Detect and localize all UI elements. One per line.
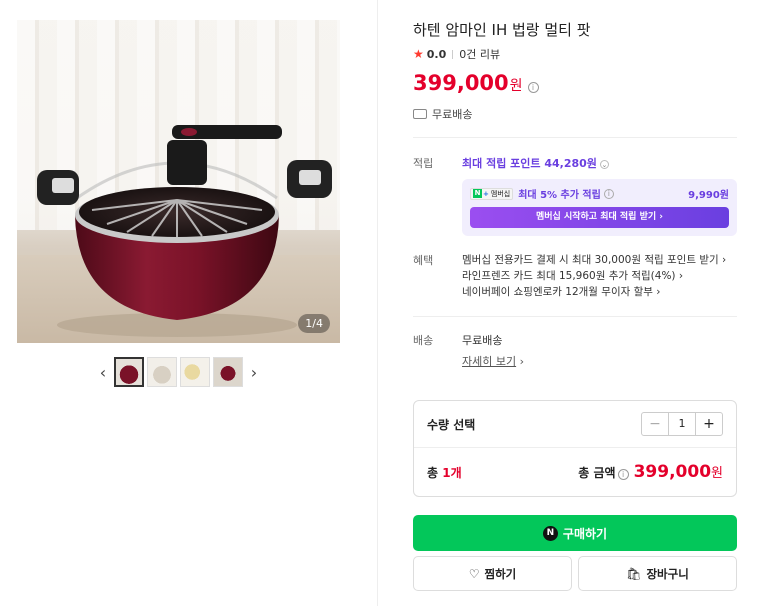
benefits-section: 혜택 멤버십 전용카드 결제 시 최대 30,000원 적립 포인트 받기 › … xyxy=(413,252,737,300)
quantity-minus-button[interactable]: − xyxy=(642,413,669,435)
total-price-unit: 원 xyxy=(711,466,723,481)
membership-box: N + 멤버십 최대 5% 추가 적립 i 9,990원 멤버십 시작하고 최대 적… xyxy=(462,179,737,236)
rating-divider xyxy=(452,49,454,59)
pot-illustration xyxy=(37,125,332,337)
wishlist-label: 찜하기 xyxy=(484,566,517,581)
total-amount: 총 금액 i 399,000 원 xyxy=(578,462,723,482)
benefit-item-1[interactable]: 멤버십 전용카드 결제 시 최대 30,000원 적립 포인트 받기 › xyxy=(462,252,737,268)
total-count-prefix: 총 xyxy=(427,465,443,480)
points-label: 적립 xyxy=(413,157,434,170)
divider xyxy=(413,137,737,138)
delivery-section: 배송 무료배송 자세히 보기 › xyxy=(413,332,737,369)
thumbnail-1[interactable] xyxy=(114,357,144,387)
npay-plus-badge: N + 멤버십 xyxy=(470,187,514,200)
quantity-label: 수량 선택 xyxy=(427,417,476,432)
wishlist-button[interactable]: ♡ 찜하기 xyxy=(413,556,572,591)
cart-button[interactable]: 🛍 장바구니 xyxy=(578,556,737,591)
quantity-box: 수량 선택 − 1 + 총 1개 총 금액 i 399,000 원 xyxy=(413,400,737,497)
counter-total: 4 xyxy=(316,317,323,330)
price-row: 399,000 원 i xyxy=(413,71,737,95)
points-headline-text: 최대 적립 포인트 44,280원 xyxy=(462,157,597,170)
member-extra-value: 9,990원 xyxy=(688,190,729,201)
total-count-value: 1개 xyxy=(442,465,462,480)
price-value: 399,000 xyxy=(413,71,509,95)
buy-button-label: 구매하기 xyxy=(562,526,608,541)
shopping-bag-icon: 🛍 xyxy=(626,566,642,581)
benefit-item-2[interactable]: 라인프렌즈 카드 최대 15,960원 추가 적립(4%) › xyxy=(462,268,737,284)
divider xyxy=(413,316,737,317)
member-extra-text: 최대 5% 추가 적립 xyxy=(518,190,601,201)
thumbnail-2[interactable] xyxy=(147,357,177,387)
price-unit: 원 xyxy=(509,78,523,94)
thumbnail-3[interactable] xyxy=(180,357,210,387)
shipping-row: 무료배송 xyxy=(413,106,737,122)
heart-icon: ♡ xyxy=(468,566,480,581)
delivery-detail-link[interactable]: 자세히 보기 xyxy=(462,355,516,368)
naver-pay-icon: N xyxy=(542,525,558,541)
review-count-link[interactable]: 0건 리뷰 xyxy=(459,46,500,62)
chevron-down-icon: ⌄ xyxy=(599,159,609,169)
delivery-label: 배송 xyxy=(413,334,434,347)
rating-score: 0.0 xyxy=(426,47,447,61)
member-info-icon[interactable]: i xyxy=(603,188,614,199)
buy-button[interactable]: N 구매하기 xyxy=(413,515,737,551)
product-info: 하텐 암마인 IH 법랑 멀티 팟 ★ 0.0 0건 리뷰 399,000 원 … xyxy=(413,20,737,369)
quantity-stepper: − 1 + xyxy=(641,412,723,436)
total-amount-label: 총 금액 xyxy=(578,466,616,480)
thumbnail-4[interactable] xyxy=(213,357,243,387)
total-count: 총 1개 xyxy=(427,464,462,481)
plus-icon: + xyxy=(483,189,489,198)
price-info-icon[interactable]: i xyxy=(527,82,539,93)
chevron-right-icon: › xyxy=(519,355,525,368)
truck-icon xyxy=(413,109,427,119)
naver-n-icon: N xyxy=(473,189,482,198)
benefit-item-3[interactable]: 네이버페이 쇼핑엔로카 12개월 무이자 할부 › xyxy=(462,284,737,300)
delivery-detail[interactable]: 자세히 보기 › xyxy=(462,353,737,369)
prev-thumbnail-icon[interactable]: ‹ xyxy=(95,363,111,382)
quantity-input[interactable]: 1 xyxy=(669,413,695,435)
quantity-plus-button[interactable]: + xyxy=(695,413,722,435)
benefits-label: 혜택 xyxy=(413,254,434,267)
points-section: 적립 최대 적립 포인트 44,280원 ⌄ N + 멤버십 최대 5% 추가 적립 … xyxy=(413,155,737,236)
star-icon: ★ xyxy=(413,47,424,61)
thumbnail-strip: ‹ › xyxy=(17,357,340,387)
rating-row: ★ 0.0 0건 리뷰 xyxy=(413,46,737,62)
total-info-icon[interactable]: i xyxy=(617,469,629,480)
image-counter: 1/4 xyxy=(298,314,330,333)
shipping-text: 무료배송 xyxy=(432,108,473,121)
next-thumbnail-icon[interactable]: › xyxy=(246,363,262,382)
product-main-image[interactable]: 1/4 xyxy=(17,20,340,343)
product-title: 하텐 암마인 IH 법랑 멀티 팟 xyxy=(413,21,591,39)
secondary-actions: ♡ 찜하기 🛍 장바구니 xyxy=(413,556,737,591)
member-badge-text: 멤버십 xyxy=(490,189,511,198)
total-price: 399,000 xyxy=(633,462,712,482)
points-headline[interactable]: 최대 적립 포인트 44,280원 ⌄ xyxy=(462,155,737,171)
cart-label: 장바구니 xyxy=(646,566,689,581)
product-gallery: 1/4 ‹ › xyxy=(17,20,340,387)
membership-start-button[interactable]: 멤버십 시작하고 최대 적립 받기 › xyxy=(470,207,729,228)
column-divider xyxy=(377,0,378,606)
delivery-value: 무료배송 xyxy=(462,334,503,347)
